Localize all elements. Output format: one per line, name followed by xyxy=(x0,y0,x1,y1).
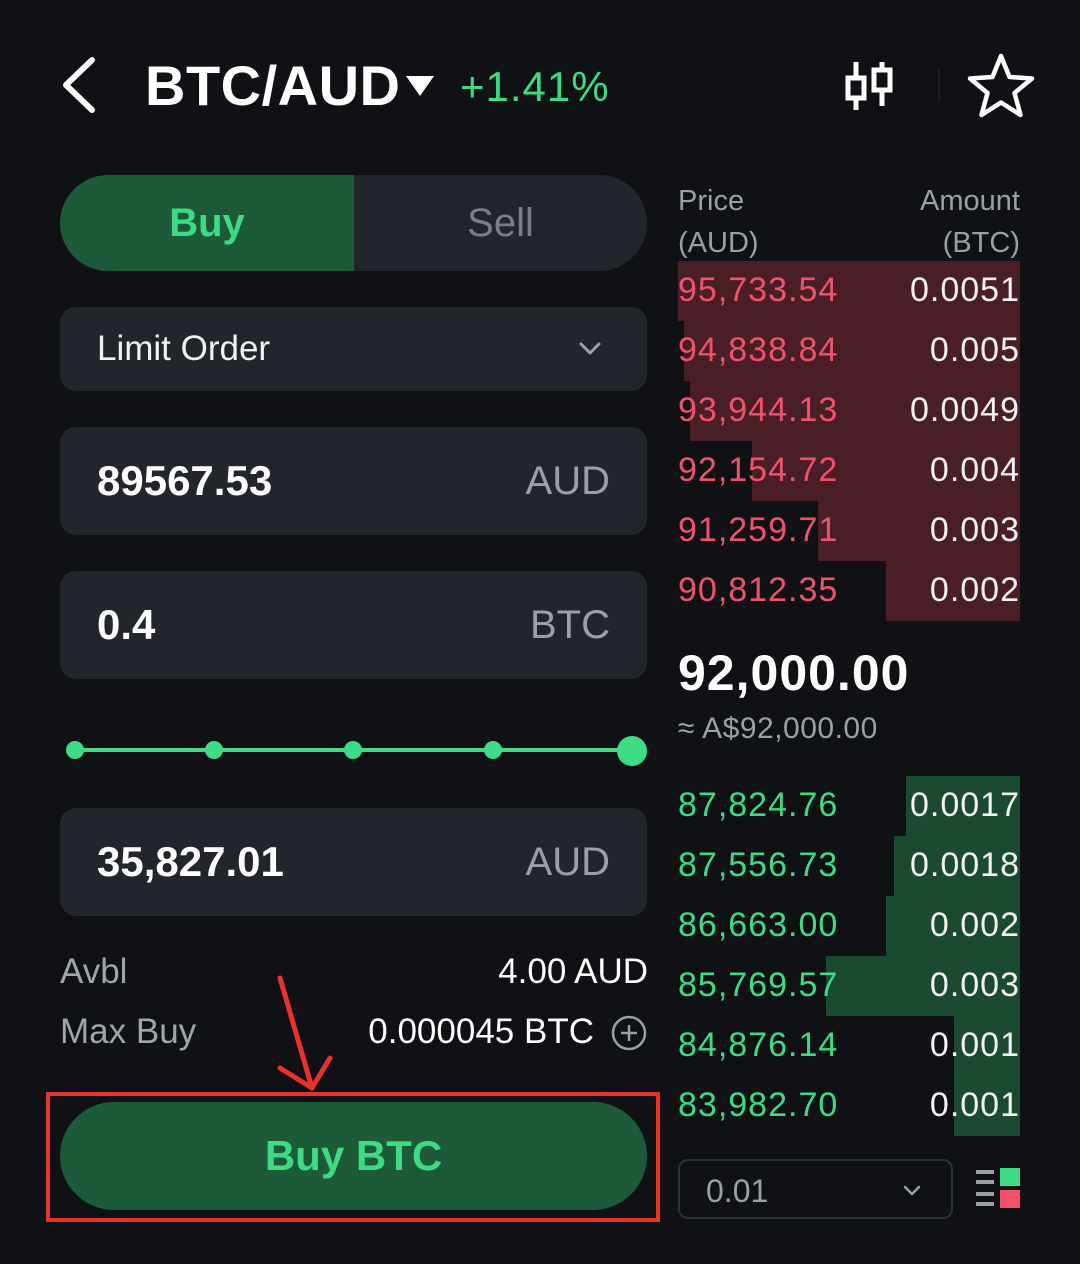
bid-row[interactable]: 84,876.14 0.001 xyxy=(678,1016,1020,1076)
ask-price: 91,259.71 xyxy=(678,511,839,549)
bid-row[interactable]: 83,982.70 0.001 xyxy=(678,1076,1020,1136)
price-input[interactable]: 89567.53 AUD xyxy=(60,427,647,535)
slider-tick-75 xyxy=(484,741,502,759)
candlestick-chart-icon[interactable] xyxy=(842,58,898,114)
max-buy-value: 0.000045 BTC xyxy=(368,1012,594,1051)
total-unit: AUD xyxy=(525,840,610,884)
bid-price: 87,556.73 xyxy=(678,846,839,884)
precision-value: 0.01 xyxy=(706,1173,769,1209)
tab-sell[interactable]: Sell xyxy=(354,175,647,271)
price-value: 89567.53 xyxy=(97,457,273,504)
price-header-label: Price xyxy=(678,185,745,217)
price-change: +1.41% xyxy=(460,63,610,110)
order-type-select[interactable]: Limit Order xyxy=(60,307,647,391)
ask-amount: 0.003 xyxy=(929,511,1020,549)
max-buy-row: Max Buy 0.000045 BTC xyxy=(60,1012,648,1056)
back-icon[interactable] xyxy=(56,52,116,118)
ask-price: 95,733.54 xyxy=(678,271,839,309)
add-funds-icon[interactable] xyxy=(611,1015,647,1051)
bid-row[interactable]: 87,824.76 0.0017 xyxy=(678,776,1020,836)
ask-amount: 0.0049 xyxy=(910,391,1020,429)
available-row: Avbl 4.00 AUD xyxy=(60,952,648,996)
total-input[interactable]: 35,827.01 AUD xyxy=(60,808,647,916)
bid-price: 84,876.14 xyxy=(678,1026,839,1064)
order-type-label: Limit Order xyxy=(97,329,271,368)
available-label: Avbl xyxy=(60,952,128,991)
ask-price: 93,944.13 xyxy=(678,391,839,429)
ask-row[interactable]: 93,944.13 0.0049 xyxy=(678,381,1020,441)
star-icon[interactable] xyxy=(966,52,1036,120)
bid-price: 87,824.76 xyxy=(678,786,839,824)
amount-input[interactable]: 0.4 BTC xyxy=(60,571,647,679)
tab-buy[interactable]: Buy xyxy=(60,175,354,271)
ask-amount: 0.002 xyxy=(929,571,1020,609)
pair-title[interactable]: BTC/AUD xyxy=(145,54,400,118)
chevron-down-icon xyxy=(578,339,602,359)
ask-amount: 0.004 xyxy=(929,451,1020,489)
ask-row[interactable]: 91,259.71 0.003 xyxy=(678,501,1020,561)
amount-header-unit: (BTC) xyxy=(942,227,1020,259)
header-divider xyxy=(938,68,940,102)
precision-select[interactable]: 0.01 xyxy=(678,1159,953,1219)
ask-amount: 0.0051 xyxy=(910,271,1020,309)
bid-amount: 0.0017 xyxy=(910,786,1020,824)
bid-price: 83,982.70 xyxy=(678,1086,839,1124)
buy-btc-button[interactable]: Buy BTC xyxy=(60,1102,647,1210)
ask-row[interactable]: 94,838.84 0.005 xyxy=(678,321,1020,381)
caret-down-icon[interactable] xyxy=(404,72,436,100)
amount-header-label: Amount xyxy=(920,185,1020,217)
ask-price: 92,154.72 xyxy=(678,451,839,489)
chevron-down-icon xyxy=(902,1183,922,1199)
slider-tick-0 xyxy=(66,741,84,759)
total-value: 35,827.01 xyxy=(97,838,284,885)
bid-row[interactable]: 87,556.73 0.0018 xyxy=(678,836,1020,896)
slider-tick-50 xyxy=(344,741,362,759)
ask-price: 94,838.84 xyxy=(678,331,839,369)
ask-row[interactable]: 95,733.54 0.0051 xyxy=(678,261,1020,321)
bid-amount: 0.002 xyxy=(929,906,1020,944)
last-price-fiat: ≈ A$92,000.00 xyxy=(678,712,878,745)
price-unit: AUD xyxy=(525,459,610,503)
header: BTC/AUD +1.41% xyxy=(0,0,1080,170)
slider-handle xyxy=(617,736,647,766)
amount-unit: BTC xyxy=(530,603,610,647)
bid-row[interactable]: 85,769.57 0.003 xyxy=(678,956,1020,1016)
annotation-arrow xyxy=(270,972,340,1094)
bid-price: 85,769.57 xyxy=(678,966,839,1004)
last-price[interactable]: 92,000.00 xyxy=(678,644,909,702)
orderbook-layout-icon[interactable] xyxy=(976,1166,1022,1212)
amount-value: 0.4 xyxy=(97,601,156,648)
ask-row[interactable]: 90,812.35 0.002 xyxy=(678,561,1020,621)
percent-slider[interactable] xyxy=(60,720,660,780)
orderbook-price-header: Price (AUD) xyxy=(678,180,759,264)
bid-amount: 0.001 xyxy=(929,1026,1020,1064)
available-value: 4.00 AUD xyxy=(498,952,648,991)
bid-amount: 0.0018 xyxy=(910,846,1020,884)
ask-price: 90,812.35 xyxy=(678,571,839,609)
bid-amount: 0.003 xyxy=(929,966,1020,1004)
bid-row[interactable]: 86,663.00 0.002 xyxy=(678,896,1020,956)
bid-price: 86,663.00 xyxy=(678,906,839,944)
bid-amount: 0.001 xyxy=(929,1086,1020,1124)
buy-sell-toggle: Buy Sell xyxy=(60,175,647,271)
ask-row[interactable]: 92,154.72 0.004 xyxy=(678,441,1020,501)
orderbook-amount-header: Amount (BTC) xyxy=(920,180,1020,264)
slider-tick-25 xyxy=(205,741,223,759)
ask-amount: 0.005 xyxy=(929,331,1020,369)
price-header-unit: (AUD) xyxy=(678,227,759,259)
max-buy-label: Max Buy xyxy=(60,1012,197,1051)
